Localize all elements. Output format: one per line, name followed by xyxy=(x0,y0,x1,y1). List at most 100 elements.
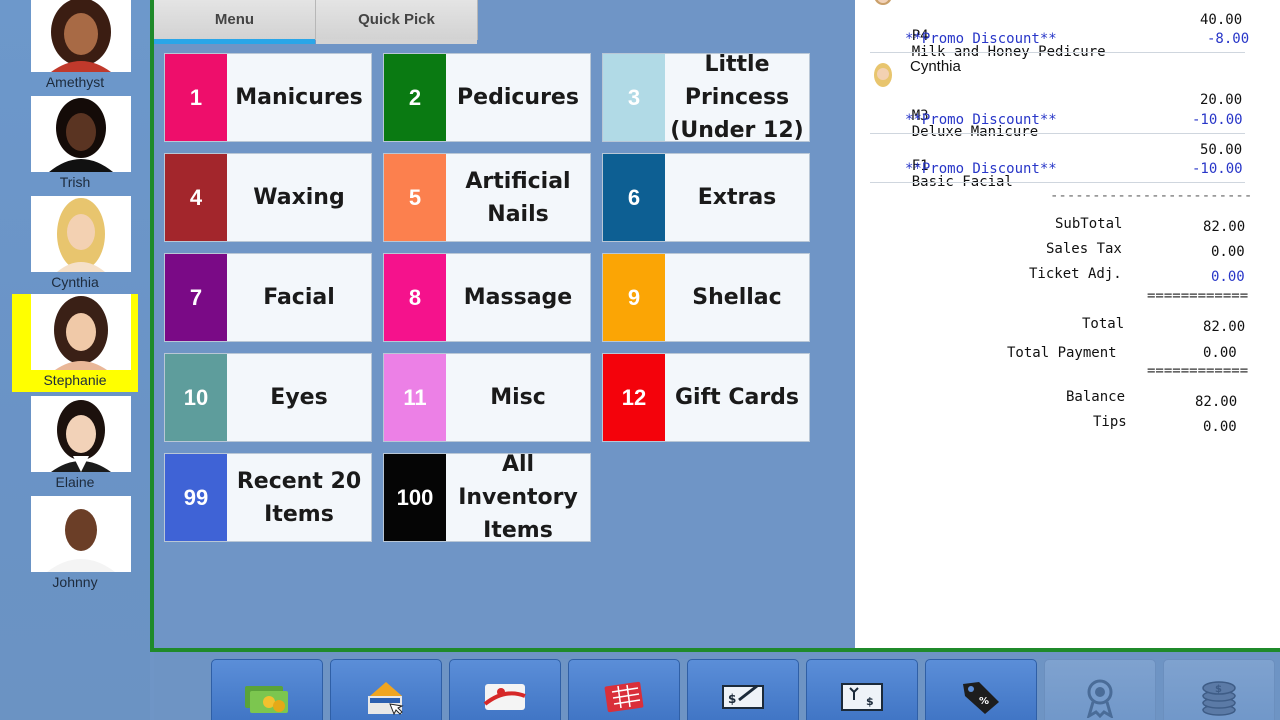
category-button[interactable]: 3 Little Princess (Under 12) xyxy=(602,53,810,142)
staff-column: Amethyst Trish Cynthia Stephanie Elaine … xyxy=(0,0,150,720)
category-label: Little Princess (Under 12) xyxy=(670,54,804,141)
staff-photo xyxy=(31,396,131,472)
tips-value: 0.00 xyxy=(1203,419,1237,435)
category-button[interactable]: 100 All Inventory Items xyxy=(383,453,591,542)
staff-card-elaine[interactable]: Elaine xyxy=(12,396,138,494)
loyalty-award-button[interactable] xyxy=(1044,659,1156,720)
category-number: 4 xyxy=(165,154,227,241)
category-label: Pedicures xyxy=(457,85,579,110)
svg-text:$: $ xyxy=(866,695,874,708)
category-number: 5 xyxy=(384,154,446,241)
category-number: 11 xyxy=(384,354,446,441)
discount-tag-icon: % xyxy=(963,682,999,714)
category-label: Massage xyxy=(463,285,573,310)
coins-icon: $ xyxy=(1202,681,1236,716)
ticket-separator xyxy=(870,133,1245,134)
gift-certificate-icon: $ xyxy=(841,683,883,711)
category-button[interactable]: 10 Eyes xyxy=(164,353,372,442)
subtotal-value: 82.00 xyxy=(1203,219,1246,235)
gift-certificate-button[interactable]: $ xyxy=(806,659,918,720)
check-payment-button[interactable]: $ xyxy=(687,659,799,720)
item-amount: 50.00 xyxy=(1200,142,1243,158)
staff-card-stephanie[interactable]: Stephanie xyxy=(12,294,138,392)
staff-photo xyxy=(31,294,131,370)
ticket-adj-value[interactable]: 0.00 xyxy=(1211,269,1245,285)
staff-name: Stephanie xyxy=(43,372,107,388)
card-payment-button[interactable] xyxy=(330,659,442,720)
category-label: Artificial Nails xyxy=(465,168,571,227)
svg-text:$: $ xyxy=(1215,684,1222,695)
category-label: Misc xyxy=(490,385,546,410)
tab-quick-pick[interactable]: Quick Pick xyxy=(316,0,478,44)
equals-separator: ============ xyxy=(1147,288,1249,304)
staff-photo xyxy=(31,496,131,572)
category-button[interactable]: 5 Artificial Nails xyxy=(383,153,591,242)
staff-photo xyxy=(31,96,131,172)
card-payment-icon xyxy=(368,682,404,716)
staff-card-cynthia[interactable]: Cynthia xyxy=(12,196,138,294)
payment-toolbar: $ $ % $ xyxy=(154,652,1280,720)
category-button[interactable]: 9 Shellac xyxy=(602,253,810,342)
category-label: Extras xyxy=(697,185,777,210)
promo-amount: -8.00 xyxy=(1207,31,1250,47)
ticket-panel: P4 Milk and Honey Pedicure 40.00 **Promo… xyxy=(855,0,1280,648)
category-number: 100 xyxy=(384,454,446,541)
total-payment-label: Total Payment xyxy=(1007,345,1117,361)
coupon-button[interactable] xyxy=(568,659,680,720)
customer-name[interactable]: Cynthia xyxy=(910,58,961,75)
dashed-separator: ------------------------ xyxy=(1050,188,1253,204)
category-button[interactable]: 4 Waxing xyxy=(164,153,372,242)
cash-payment-icon xyxy=(245,686,288,713)
promo-discount: **Promo Discount** xyxy=(905,112,1057,128)
promo-amount: -10.00 xyxy=(1192,161,1243,177)
category-number: 9 xyxy=(603,254,665,341)
category-button[interactable]: 1 Manicures xyxy=(164,53,372,142)
tab-bar: Menu Quick Pick xyxy=(154,0,478,44)
promo-amount: -10.00 xyxy=(1192,112,1243,128)
category-button[interactable]: 12 Gift Cards xyxy=(602,353,810,442)
tab-menu-label: Menu xyxy=(214,11,255,28)
tab-menu[interactable]: Menu xyxy=(154,0,316,44)
category-button[interactable]: 2 Pedicures xyxy=(383,53,591,142)
category-button[interactable]: 6 Extras xyxy=(602,153,810,242)
staff-card-trish[interactable]: Trish xyxy=(12,96,138,194)
ticket-separator xyxy=(870,182,1245,183)
promo-discount: **Promo Discount** xyxy=(905,31,1057,47)
coins-button[interactable]: $ xyxy=(1163,659,1275,720)
gift-card-icon xyxy=(483,684,526,710)
svg-text:%: % xyxy=(979,696,989,707)
item-amount: 40.00 xyxy=(1200,12,1243,28)
gift-card-button[interactable] xyxy=(449,659,561,720)
total-label: Total xyxy=(1082,316,1125,332)
category-label: All Inventory Items xyxy=(458,454,578,541)
staff-card-johnny[interactable]: Johnny xyxy=(12,496,138,594)
category-button[interactable]: 8 Massage xyxy=(383,253,591,342)
staff-name: Johnny xyxy=(52,574,98,590)
coupon-icon xyxy=(604,681,644,713)
category-label: Eyes xyxy=(270,385,328,410)
staff-photo xyxy=(31,196,131,272)
staff-name: Trish xyxy=(59,174,91,190)
equals-separator: ============ xyxy=(1147,363,1249,379)
category-number: 1 xyxy=(165,54,227,141)
staff-card-amethyst[interactable]: Amethyst xyxy=(12,0,138,94)
ticket-adj-label: Ticket Adj. xyxy=(1029,266,1122,282)
category-button[interactable]: 11 Misc xyxy=(383,353,591,442)
category-label: Manicures xyxy=(235,85,363,110)
category-button[interactable]: 99 Recent 20 Items xyxy=(164,453,372,542)
category-button[interactable]: 7 Facial xyxy=(164,253,372,342)
subtotal-label: SubTotal xyxy=(1055,216,1123,232)
cash-payment-button[interactable] xyxy=(211,659,323,720)
customer-avatar xyxy=(871,0,895,10)
staff-name: Cynthia xyxy=(51,274,99,290)
loyalty-award-icon xyxy=(1086,679,1114,718)
category-number: 6 xyxy=(603,154,665,241)
category-number: 2 xyxy=(384,54,446,141)
sales-tax-value: 0.00 xyxy=(1211,244,1245,260)
discount-tag-button[interactable]: % xyxy=(925,659,1037,720)
tab-active-indicator xyxy=(154,39,315,44)
category-number: 7 xyxy=(165,254,227,341)
category-number: 99 xyxy=(165,454,227,541)
category-number: 10 xyxy=(165,354,227,441)
balance-value: 82.00 xyxy=(1195,394,1238,410)
